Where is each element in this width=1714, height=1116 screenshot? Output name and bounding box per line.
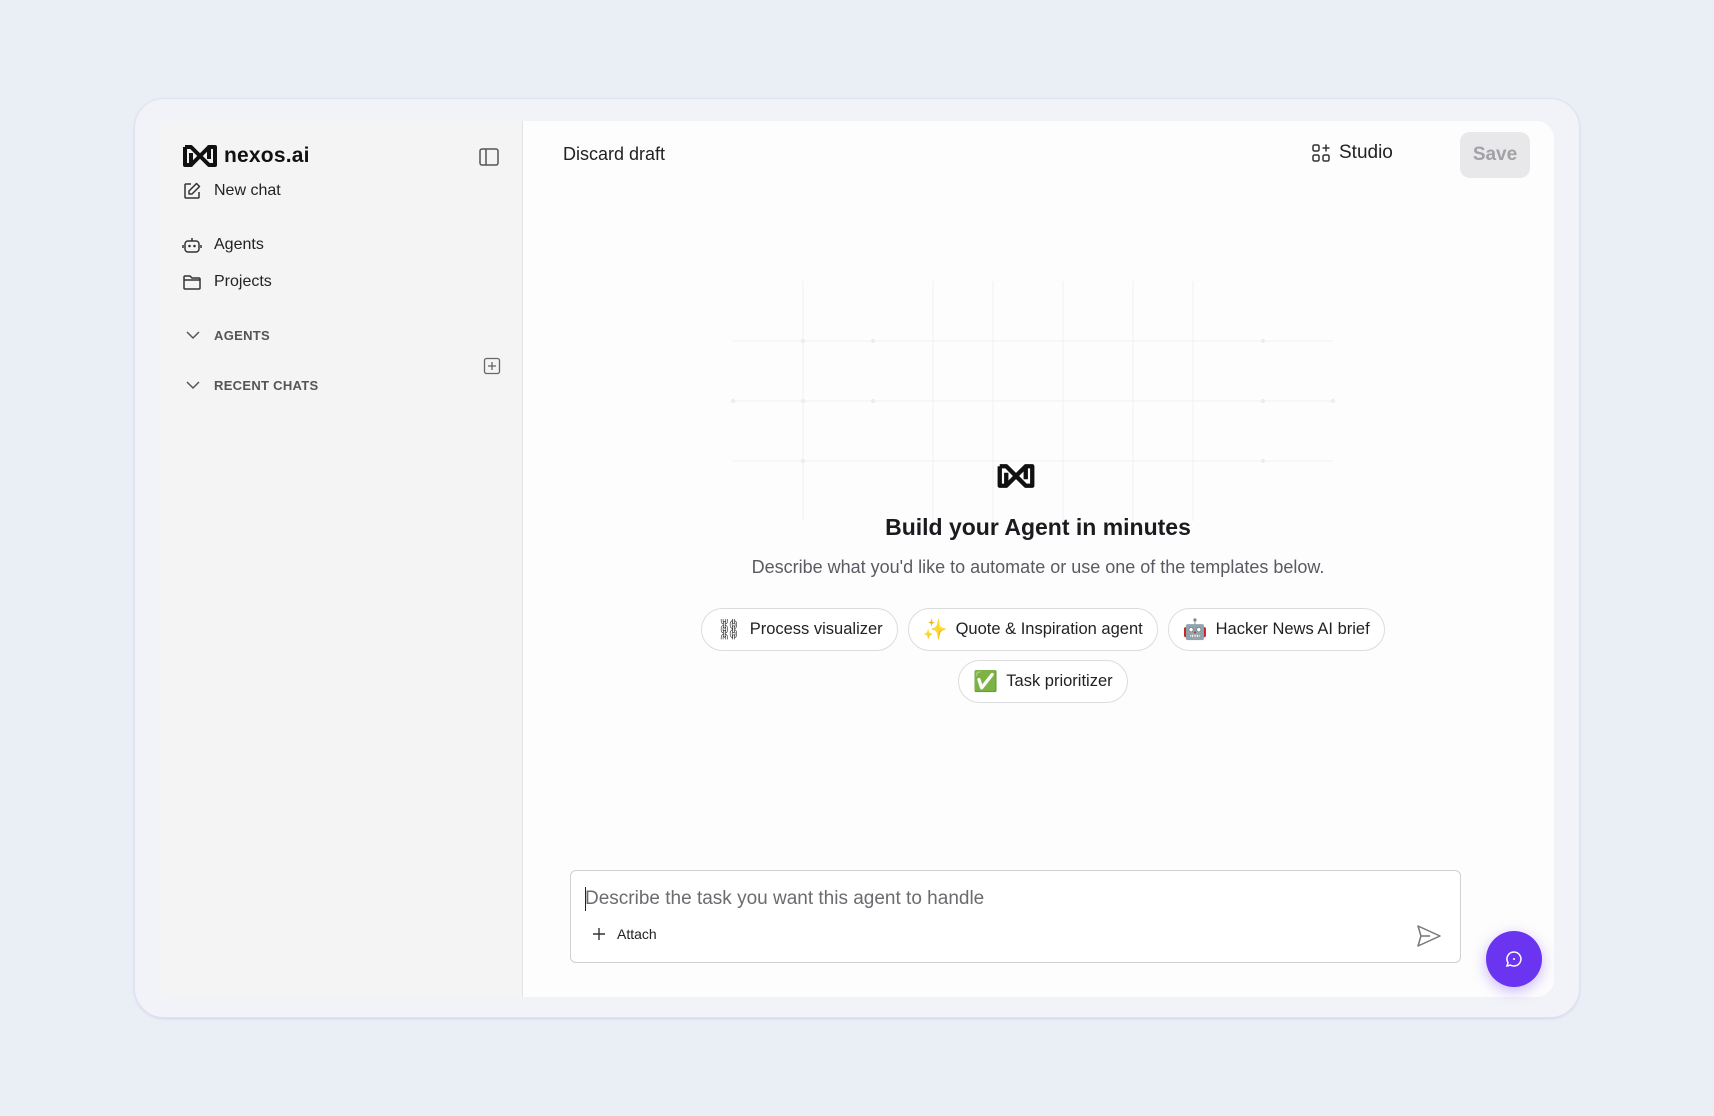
folder-icon: [182, 272, 202, 292]
chevron-down-icon: [186, 331, 200, 340]
nexos-logo-icon: [997, 464, 1035, 488]
chat-bubble-icon: [1505, 951, 1522, 968]
app-window: nexos.ai New chat Agents Projects AGENTS…: [160, 121, 1554, 997]
chip-label: Process visualizer: [749, 620, 883, 638]
add-agent-icon[interactable]: [483, 357, 501, 375]
section-recent-chats-toggle[interactable]: RECENT CHATS: [184, 376, 318, 394]
chip-label: Task prioritizer: [1006, 672, 1113, 690]
task-input[interactable]: [585, 885, 1385, 913]
checkmark-icon: ✅: [973, 670, 999, 693]
composer: Attach: [570, 870, 1461, 963]
hero-subtitle: Describe what you'd like to automate or …: [751, 557, 1325, 577]
brand-name: nexos.ai: [224, 144, 310, 167]
template-chip[interactable]: ✅ Task prioritizer: [958, 660, 1128, 703]
attach-label: Attach: [617, 926, 657, 942]
robot-icon: [182, 235, 202, 255]
send-icon[interactable]: [1416, 924, 1442, 948]
robot-emoji-icon: 🤖: [1182, 618, 1208, 641]
studio-icon: [1312, 144, 1330, 162]
help-chat-button[interactable]: [1486, 931, 1542, 987]
chevron-down-icon: [186, 381, 200, 390]
template-chip[interactable]: 🤖 Hacker News AI brief: [1167, 608, 1385, 651]
chip-label: Hacker News AI brief: [1215, 620, 1370, 638]
plus-icon: [593, 928, 605, 940]
sidebar: nexos.ai New chat Agents Projects AGENTS…: [160, 121, 523, 997]
studio-button[interactable]: Studio: [1311, 142, 1393, 164]
nexos-logo-icon: [183, 145, 217, 167]
discard-draft-button[interactable]: Discard draft: [563, 144, 665, 165]
nav-label: New chat: [214, 182, 281, 199]
template-chip[interactable]: ✨ Quote & Inspiration agent: [907, 608, 1158, 651]
nav-label: Projects: [214, 273, 272, 290]
save-button[interactable]: Save: [1460, 132, 1530, 178]
main-panel: Discard draft Studio Save Build your Age…: [523, 121, 1554, 997]
chain-icon: ⛓: [716, 618, 742, 641]
edit-icon: [182, 181, 202, 201]
section-agents-toggle[interactable]: AGENTS: [184, 326, 270, 344]
template-chip[interactable]: ⛓ Process visualizer: [701, 608, 898, 651]
attach-button[interactable]: Attach: [591, 926, 657, 942]
hero-title: Build your Agent in minutes: [885, 514, 1191, 540]
studio-label: Studio: [1339, 142, 1393, 163]
nav-label: Agents: [214, 236, 264, 253]
chip-label: Quote & Inspiration agent: [955, 620, 1143, 638]
template-chips: ⛓ Process visualizer ✨ Quote & Inspirati…: [663, 608, 1423, 703]
brand[interactable]: nexos.ai: [182, 144, 310, 168]
sparkles-icon: ✨: [922, 618, 948, 641]
nav-projects[interactable]: Projects: [182, 269, 272, 295]
nav-agents[interactable]: Agents: [182, 232, 264, 258]
section-label: AGENTS: [214, 327, 270, 343]
sidebar-toggle-icon[interactable]: [478, 146, 500, 168]
nav-new-chat[interactable]: New chat: [182, 178, 281, 204]
section-label: RECENT CHATS: [214, 377, 319, 393]
